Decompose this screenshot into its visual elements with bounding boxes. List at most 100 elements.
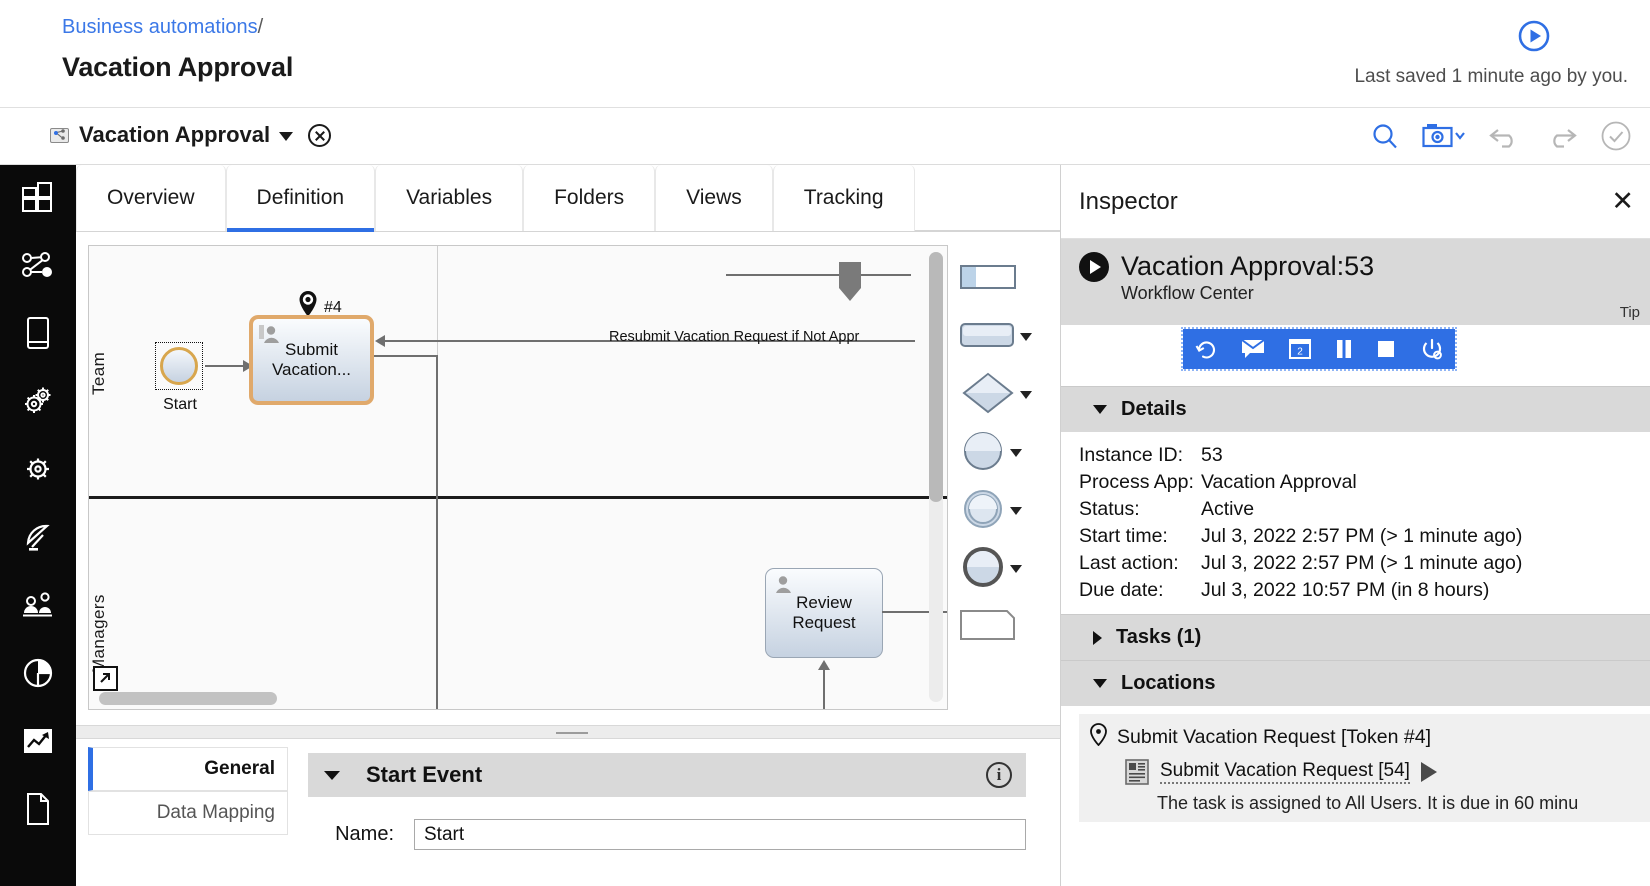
sidebar-item-analytics[interactable]	[0, 709, 76, 777]
properties-panel: General Data Mapping Start Event i Name:	[76, 739, 1060, 886]
properties-section-header[interactable]: Start Event i	[308, 753, 1026, 797]
connector-submit-down	[436, 355, 438, 709]
chevron-down-icon	[1093, 679, 1107, 688]
location-card[interactable]: Submit Vacation Request [Token #4] Submi…	[1079, 714, 1650, 822]
sidebar-item-processes[interactable]	[0, 233, 76, 301]
node-start-event[interactable]	[160, 347, 198, 385]
properties-tab-list: General Data Mapping	[88, 747, 288, 835]
tab-overview[interactable]: Overview	[76, 165, 226, 231]
process-toolbar: Vacation Approval	[0, 108, 1650, 165]
tab-label: Overview	[107, 186, 195, 209]
user-task-icon	[259, 324, 281, 346]
redo-icon[interactable]	[1544, 123, 1578, 149]
detail-key: Last action:	[1079, 552, 1179, 574]
palette-activity[interactable]	[960, 308, 1052, 366]
palette-start-event[interactable]	[960, 424, 1052, 482]
breadcrumb-separator: /	[257, 16, 264, 38]
power-icon[interactable]	[1418, 337, 1444, 361]
activity-shape-icon	[960, 319, 1016, 356]
close-circle-icon[interactable]	[308, 123, 332, 147]
tab-label: General	[204, 758, 275, 779]
tab-label: Tracking	[803, 186, 884, 209]
search-icon[interactable]	[1370, 121, 1400, 151]
retry-icon[interactable]	[1194, 337, 1218, 361]
node-submit-vacation-request[interactable]: Submit Vacation...	[249, 315, 374, 405]
inspector-panel: Inspector ✕ Vacation Approval:53 Workflo…	[1060, 165, 1650, 886]
sidebar-item-documents[interactable]	[0, 777, 76, 845]
instance-subtitle: Workflow Center	[1121, 283, 1254, 303]
sidebar-item-dashboard[interactable]	[0, 165, 76, 233]
detail-value: Vacation Approval	[1201, 471, 1357, 493]
property-row-name: Name:	[308, 819, 1026, 850]
editor-tools	[1370, 120, 1632, 152]
info-icon[interactable]: i	[986, 762, 1012, 788]
detail-key: Start time:	[1079, 525, 1168, 547]
shape-palette	[960, 250, 1052, 656]
palette-swimlane[interactable]	[960, 250, 1052, 308]
location-task-link[interactable]: Submit Vacation Request [54]	[1160, 760, 1410, 784]
tab-label: Variables	[406, 186, 493, 209]
palette-note[interactable]	[960, 598, 1052, 656]
sidebar-item-services[interactable]	[0, 369, 76, 437]
message-icon[interactable]	[1240, 338, 1266, 360]
tab-data-mapping[interactable]: Data Mapping	[88, 791, 288, 835]
left-nav-rail	[0, 165, 76, 886]
step-icon[interactable]: 2	[1288, 338, 1312, 360]
palette-end-event[interactable]	[960, 540, 1052, 598]
diagram-canvas[interactable]: Team Managers Start #4 Submit Vacation..…	[88, 245, 948, 710]
section-header-locations[interactable]: Locations	[1061, 660, 1650, 706]
lane-team[interactable]	[89, 246, 947, 496]
play-triangle-icon[interactable]	[1420, 762, 1437, 782]
detail-value: Jul 3, 2022 2:57 PM (> 1 minute ago)	[1201, 525, 1523, 547]
canvas-vertical-scrollbar[interactable]	[929, 252, 943, 502]
chevron-down-icon[interactable]	[1020, 391, 1032, 399]
play-circle-icon[interactable]	[1518, 20, 1550, 52]
stop-icon[interactable]	[1376, 338, 1396, 360]
panel-splitter[interactable]	[76, 725, 1060, 739]
properties-content: Start Event i Name:	[308, 753, 1026, 850]
undo-icon[interactable]	[1488, 123, 1522, 149]
detail-row: Instance ID: 53	[1079, 442, 1650, 469]
sidebar-item-settings[interactable]	[0, 437, 76, 505]
start-event-shape-icon	[960, 429, 1006, 478]
pause-icon[interactable]	[1334, 338, 1354, 360]
top-header: Business automations/ Vacation Approval …	[0, 0, 1650, 108]
inspector-action-toolbar: 2	[1181, 327, 1457, 371]
location-task-row: Submit Vacation Request [54]	[1125, 759, 1640, 785]
sidebar-item-apps[interactable]	[0, 301, 76, 369]
chevron-down-icon[interactable]	[1010, 449, 1022, 457]
tab-label: Definition	[256, 186, 345, 209]
chevron-down-icon[interactable]	[324, 770, 340, 780]
palette-gateway[interactable]	[960, 366, 1052, 424]
breadcrumb-link-business-automations[interactable]: Business automations	[62, 16, 258, 38]
tab-definition[interactable]: Definition	[225, 165, 376, 232]
chevron-down-icon[interactable]	[1020, 333, 1032, 341]
snapshot-icon[interactable]	[1422, 122, 1466, 150]
palette-intermediate-event[interactable]	[960, 482, 1052, 540]
process-tab[interactable]: Vacation Approval	[50, 122, 332, 148]
tab-tracking[interactable]: Tracking	[772, 165, 915, 231]
sidebar-item-events[interactable]	[0, 505, 76, 573]
chevron-down-icon[interactable]	[279, 131, 294, 141]
section-header-tasks[interactable]: Tasks (1)	[1061, 614, 1650, 660]
chevron-down-icon	[1093, 405, 1107, 414]
name-input[interactable]	[414, 819, 1026, 850]
user-task-icon	[772, 574, 794, 596]
close-icon[interactable]: ✕	[1611, 188, 1634, 215]
canvas-horizontal-scrollbar[interactable]	[99, 692, 277, 705]
process-tab-label: Vacation Approval	[79, 122, 271, 147]
document-icon	[24, 792, 52, 831]
expand-lane-icon[interactable]	[93, 666, 118, 691]
tab-general[interactable]: General	[88, 747, 288, 791]
section-header-details[interactable]: Details	[1061, 386, 1650, 432]
sidebar-item-reports[interactable]	[0, 641, 76, 709]
node-review-request[interactable]: Review Request	[765, 568, 883, 658]
sidebar-item-teams[interactable]	[0, 573, 76, 641]
tab-variables[interactable]: Variables	[375, 165, 524, 231]
tab-folders[interactable]: Folders	[523, 165, 656, 231]
tab-views[interactable]: Views	[655, 165, 773, 231]
chevron-down-icon[interactable]	[1010, 507, 1022, 515]
validate-icon[interactable]	[1600, 120, 1632, 152]
editor-tabs: Overview Definition Variables Folders Vi…	[76, 165, 1060, 232]
chevron-down-icon[interactable]	[1010, 565, 1022, 573]
